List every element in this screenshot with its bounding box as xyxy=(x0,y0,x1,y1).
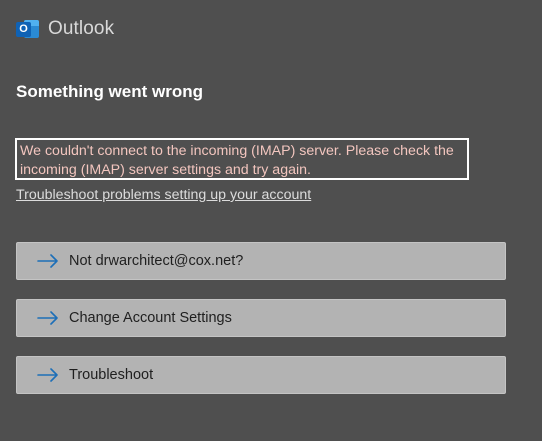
outlook-error-page: O Outlook Something went wrong We couldn… xyxy=(0,0,542,441)
not-account-button[interactable]: Not drwarchitect@cox.net? xyxy=(16,242,506,280)
change-account-settings-label: Change Account Settings xyxy=(69,310,232,326)
logo-letter: O xyxy=(16,22,31,37)
app-name: Outlook xyxy=(48,18,115,39)
error-title: Something went wrong xyxy=(16,82,203,101)
arrow-right-icon xyxy=(37,254,58,268)
arrow-right-icon xyxy=(37,311,58,325)
app-brand: O Outlook xyxy=(16,18,114,40)
not-account-label: Not drwarchitect@cox.net? xyxy=(69,253,244,269)
outlook-logo-icon: O xyxy=(16,18,40,40)
error-message-line-2: incoming (IMAP) server settings and try … xyxy=(20,162,311,178)
troubleshoot-button[interactable]: Troubleshoot xyxy=(16,356,506,394)
change-account-settings-button[interactable]: Change Account Settings xyxy=(16,299,506,337)
troubleshoot-label: Troubleshoot xyxy=(69,367,154,383)
error-message: We couldn't connect to the incoming (IMA… xyxy=(15,138,469,180)
error-message-line-1: We couldn't connect to the incoming (IMA… xyxy=(20,143,454,159)
arrow-right-icon xyxy=(37,368,58,382)
troubleshoot-help-link[interactable]: Troubleshoot problems setting up your ac… xyxy=(16,187,311,203)
